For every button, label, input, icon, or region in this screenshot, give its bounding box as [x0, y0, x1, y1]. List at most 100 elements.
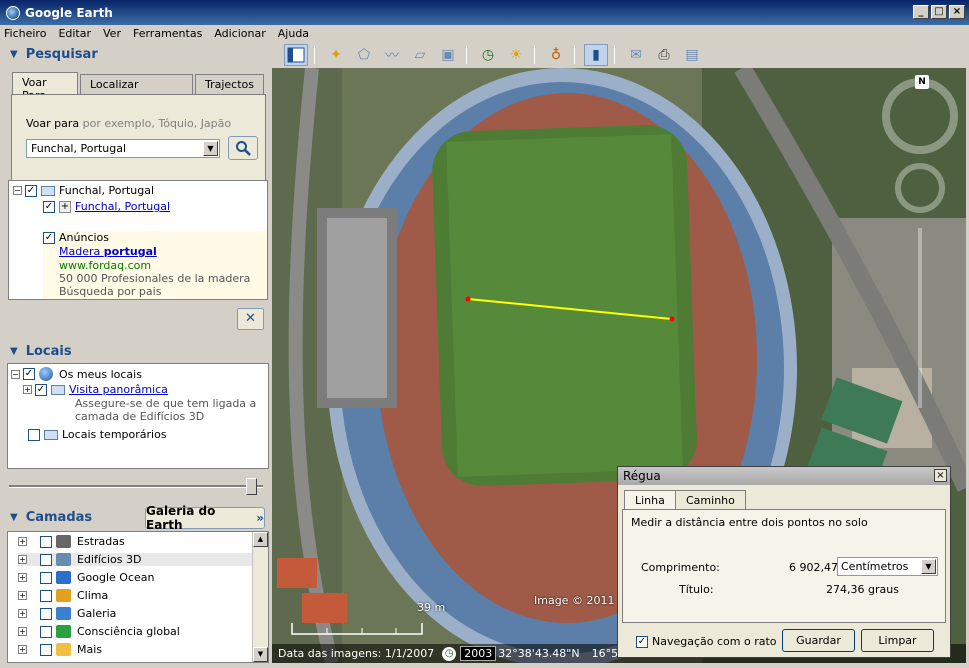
collapse-triangle-icon: ▼: [10, 511, 18, 523]
record-tour-icon[interactable]: ▣: [436, 44, 460, 66]
chevron-down-icon[interactable]: ▼: [921, 559, 936, 574]
save-button[interactable]: Guardar: [782, 629, 855, 652]
menu-editar[interactable]: Editar: [58, 27, 91, 40]
sunlight-icon[interactable]: ☀: [504, 44, 528, 66]
ruler-close-icon[interactable]: ×: [934, 469, 947, 482]
menu-ferramentas[interactable]: Ferramentas: [133, 27, 202, 40]
units-value: Centímetros: [841, 560, 909, 573]
search-panel-header[interactable]: ▼ Pesquisar: [3, 42, 268, 66]
places-panel-header[interactable]: ▼ Locais: [3, 339, 268, 363]
layer-checkbox[interactable]: [40, 571, 52, 584]
places-tree: − ✓ Os meus locais + ✓ Visita panorâmica…: [7, 363, 269, 469]
menu-ajuda[interactable]: Ajuda: [278, 27, 309, 40]
expand-icon[interactable]: +: [18, 627, 27, 636]
ruler-title-bar[interactable]: Régua: [618, 467, 950, 485]
chevron-down-icon[interactable]: ▼: [203, 141, 218, 156]
sidebar-toggle-button[interactable]: [284, 44, 308, 66]
layer-row[interactable]: + Edifícios 3D: [18, 553, 252, 566]
earth-gallery-button[interactable]: Galeria do Earth »: [145, 504, 265, 532]
email-icon[interactable]: ✉: [624, 44, 648, 66]
transparency-slider-thumb[interactable]: [246, 478, 257, 495]
my-places-checkbox[interactable]: ✓: [23, 368, 35, 380]
search-results: − ✓ Funchal, Portugal ✓ + Funchal, Portu…: [8, 180, 268, 300]
ads-checkbox[interactable]: ✓: [43, 231, 55, 244]
layer-row[interactable]: + Google Ocean: [18, 571, 154, 584]
add-placemark-icon[interactable]: ✦: [324, 44, 348, 66]
historical-imagery-clock-icon[interactable]: ◷: [442, 646, 457, 661]
scroll-up-icon[interactable]: ▲: [253, 532, 268, 547]
tab-localizar-empresas[interactable]: Localizar empresas: [79, 74, 193, 104]
folder-icon: [51, 384, 65, 395]
layer-checkbox[interactable]: [40, 643, 52, 656]
layer-row[interactable]: + Estradas: [18, 535, 125, 548]
close-window-button[interactable]: ×: [949, 5, 965, 19]
tour-link[interactable]: Visita panorâmica: [69, 383, 168, 396]
layer-checkbox[interactable]: [40, 553, 52, 566]
expand-icon[interactable]: +: [18, 537, 27, 546]
expand-icon[interactable]: +: [18, 591, 27, 600]
temp-places-label[interactable]: Locais temporários: [62, 428, 167, 441]
tab-trajectos[interactable]: Trajectos: [194, 74, 264, 94]
collapse-icon[interactable]: −: [13, 186, 22, 195]
print-icon[interactable]: ⎙: [652, 44, 676, 66]
search-button[interactable]: [228, 136, 258, 160]
layer-checkbox[interactable]: [40, 607, 52, 620]
historical-imagery-icon[interactable]: ◷: [476, 44, 500, 66]
layer-checkbox[interactable]: [40, 535, 52, 548]
fly-to-input[interactable]: Funchal, Portugal ▼: [26, 139, 220, 158]
layer-label: Mais: [77, 643, 103, 656]
clear-button[interactable]: Limpar: [861, 629, 934, 652]
tab-linha[interactable]: Linha: [624, 490, 676, 510]
scroll-down-icon[interactable]: ▼: [253, 647, 268, 662]
maximize-button[interactable]: □: [931, 5, 947, 19]
layer-row[interactable]: + Mais: [18, 643, 102, 656]
ad-url[interactable]: www.fordaq.com: [59, 259, 151, 272]
layers-scrollbar[interactable]: ▲ ▼: [252, 532, 268, 662]
menu-adicionar[interactable]: Adicionar: [214, 27, 265, 40]
compass-north-icon[interactable]: N: [915, 75, 929, 89]
layer-row[interactable]: + Clima: [18, 589, 108, 602]
mouse-nav-checkbox[interactable]: ✓: [636, 635, 648, 648]
add-path-icon[interactable]: 〰: [380, 44, 404, 66]
expand-icon[interactable]: +: [18, 645, 27, 654]
ad-title-link[interactable]: Madera portugal: [59, 245, 157, 258]
close-results-button[interactable]: ✕: [237, 308, 264, 330]
expand-icon[interactable]: +: [18, 573, 27, 582]
layer-checkbox[interactable]: [40, 625, 52, 638]
result-child-link[interactable]: Funchal, Portugal: [75, 200, 170, 213]
google-earth-logo-icon: [6, 5, 20, 20]
folder-icon: [41, 185, 55, 196]
expand-icon[interactable]: +: [23, 385, 32, 394]
imagery-year-box[interactable]: 2003: [460, 646, 497, 661]
temp-places-checkbox[interactable]: [28, 428, 40, 441]
transparency-slider-track[interactable]: [9, 485, 263, 488]
expand-icon[interactable]: +: [18, 555, 27, 564]
layer-row[interactable]: + Consciência global: [18, 625, 180, 638]
layer-label: Edifícios 3D: [77, 553, 142, 566]
result-root-label[interactable]: Funchal, Portugal: [59, 184, 154, 197]
layer-row[interactable]: + Galeria: [18, 607, 116, 620]
mouse-nav-label[interactable]: Navegação com o rato: [652, 635, 777, 648]
menu-ver[interactable]: Ver: [103, 27, 121, 40]
minimize-button[interactable]: _: [913, 5, 929, 19]
menu-bar: Ficheiro Editar Ver Ferramentas Adiciona…: [0, 25, 969, 42]
collapse-icon[interactable]: −: [11, 369, 20, 379]
view-in-maps-icon[interactable]: ▤: [680, 44, 704, 66]
menu-ficheiro[interactable]: Ficheiro: [4, 27, 46, 40]
units-select[interactable]: Centímetros ▼: [837, 557, 938, 576]
ruler-icon[interactable]: ▮: [584, 44, 608, 66]
add-polygon-icon[interactable]: ⬠: [352, 44, 376, 66]
layer-checkbox[interactable]: [40, 589, 52, 602]
result-root-checkbox[interactable]: ✓: [25, 184, 37, 197]
expand-icon[interactable]: +: [18, 609, 27, 618]
tab-caminho[interactable]: Caminho: [675, 490, 746, 510]
add-overlay-icon[interactable]: ▱: [408, 44, 432, 66]
ad-line-2: Búsqueda por pais: [59, 285, 162, 298]
layers-panel-header[interactable]: ▼ Camadas: [3, 505, 143, 529]
planets-icon[interactable]: ♁: [544, 44, 568, 66]
result-child-checkbox[interactable]: ✓: [43, 200, 55, 213]
my-places-label[interactable]: Os meus locais: [59, 368, 142, 381]
tab-voar-para[interactable]: Voar Para: [12, 72, 78, 102]
tour-checkbox[interactable]: ✓: [35, 383, 47, 396]
double-chevron-right-icon: »: [256, 511, 264, 525]
